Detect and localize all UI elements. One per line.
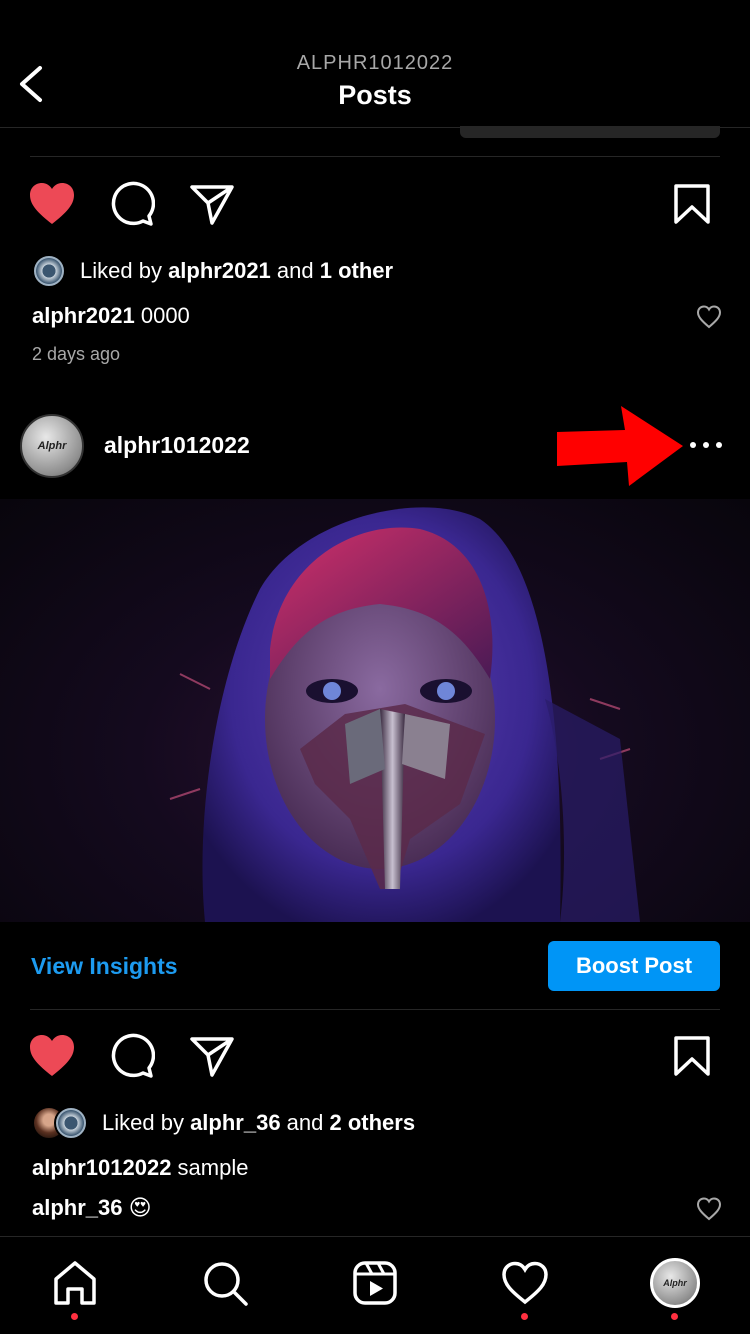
caption-row: alphr1012022 sample [32, 1155, 248, 1181]
avatar [54, 1106, 88, 1140]
caption-username[interactable]: alphr1012022 [32, 1155, 171, 1180]
liker-username[interactable]: alphr_36 [190, 1110, 281, 1136]
liked-by-label: Liked by [102, 1110, 191, 1135]
liked-and-label: and [270, 258, 320, 283]
divider [30, 1009, 720, 1010]
heart-filled-icon [30, 1035, 74, 1076]
home-icon [54, 1261, 96, 1305]
nav-profile[interactable]: Alphr [647, 1255, 703, 1311]
comment-like-heart-icon[interactable] [696, 305, 722, 329]
bottom-navigation: Alphr [0, 1236, 750, 1334]
notification-dot [671, 1313, 678, 1320]
notification-dot [521, 1313, 528, 1320]
nav-search[interactable] [197, 1255, 253, 1311]
paper-plane-icon [190, 185, 234, 225]
previous-post-image-edge [460, 126, 720, 138]
notification-dot [71, 1313, 78, 1320]
nav-reels[interactable] [347, 1255, 403, 1311]
save-button[interactable] [666, 178, 718, 230]
like-button[interactable] [26, 1030, 78, 1082]
comment-button[interactable] [106, 178, 158, 230]
liked-by-label: Liked by [80, 258, 169, 283]
profile-username-header: ALPHR1012022 [296, 52, 454, 74]
paper-plane-icon [190, 1037, 234, 1077]
post-photo-illustration [169, 507, 640, 922]
boost-post-button[interactable]: Boost Post [548, 941, 720, 991]
reels-icon [353, 1261, 397, 1305]
liker-avatars [32, 254, 66, 288]
bookmark-icon [674, 184, 710, 224]
comment-row: alphr2021 0000 [32, 303, 190, 329]
annotation-arrow [557, 406, 683, 486]
top-bar: ALPHR1012022 Posts [0, 0, 750, 128]
nav-home[interactable] [47, 1255, 103, 1311]
post-author-avatar[interactable]: Alphr [20, 414, 84, 478]
more-horizontal-icon [690, 442, 696, 448]
liker-avatars [32, 1106, 88, 1140]
page-title: Posts [338, 80, 412, 110]
comment-text: 0000 [134, 303, 190, 328]
liked-others-count[interactable]: 1 other [320, 258, 393, 284]
more-dot [716, 442, 722, 448]
likes-summary[interactable]: Liked by alphr_36 and 2 others [32, 1106, 415, 1140]
comment-like-heart-icon[interactable] [696, 1197, 722, 1221]
heart-filled-icon [30, 183, 74, 224]
more-options-button[interactable] [686, 430, 726, 460]
comment-button[interactable] [106, 1030, 158, 1082]
share-button[interactable] [186, 178, 238, 230]
liked-and-label: and [280, 1110, 330, 1135]
share-button[interactable] [186, 1030, 238, 1082]
bookmark-icon [674, 1036, 710, 1076]
comment-username[interactable]: alphr2021 [32, 303, 135, 328]
search-icon [204, 1262, 248, 1306]
profile-avatar: Alphr [650, 1258, 700, 1308]
post-timestamp: 2 days ago [32, 344, 121, 364]
post-author-username[interactable]: alphr1012022 [104, 432, 250, 459]
post-action-bar [0, 1030, 750, 1090]
post-action-bar [0, 178, 750, 238]
comment-icon [111, 181, 155, 226]
comment-icon [111, 1033, 155, 1078]
liker-username[interactable]: alphr2021 [168, 258, 271, 284]
nav-activity[interactable] [497, 1255, 553, 1311]
like-button[interactable] [26, 178, 78, 230]
comment-text: 😍 [122, 1195, 152, 1220]
comment-username[interactable]: alphr_36 [32, 1195, 123, 1220]
avatar [32, 254, 66, 288]
post-image[interactable] [0, 499, 750, 922]
divider [30, 156, 720, 157]
save-button[interactable] [666, 1030, 718, 1082]
liked-others-count[interactable]: 2 others [330, 1110, 416, 1136]
view-insights-link[interactable]: View Insights [31, 953, 178, 980]
heart-outline-icon [502, 1261, 548, 1305]
comment-row: alphr_36 😍 [32, 1195, 152, 1221]
more-dot [703, 442, 709, 448]
likes-summary[interactable]: Liked by alphr2021 and 1 other [32, 254, 393, 288]
caption-text: sample [171, 1155, 249, 1180]
